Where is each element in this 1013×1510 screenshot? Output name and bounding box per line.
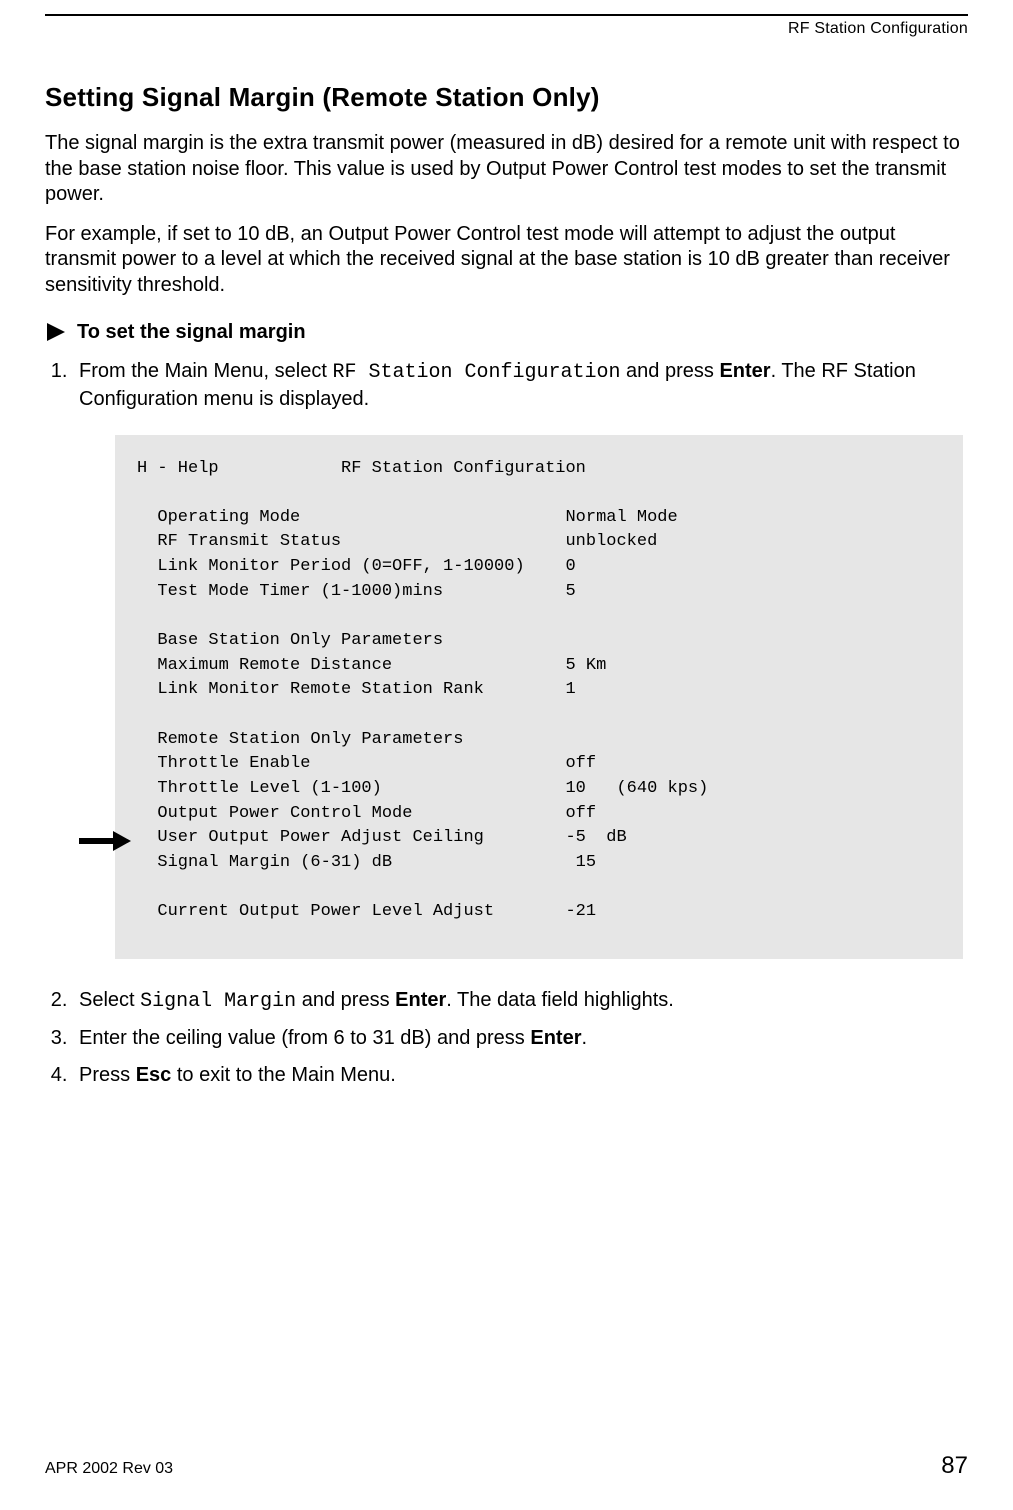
page-footer: APR 2002 Rev 03 87 (45, 1452, 968, 1480)
terminal-wrap: H - Help RF Station Configuration Operat… (115, 435, 968, 959)
footer-revision: APR 2002 Rev 03 (45, 1460, 173, 1478)
step-list: From the Main Menu, select RF Station Co… (45, 358, 968, 1089)
step-4-suffix: to exit to the Main Menu. (171, 1064, 396, 1086)
pointer-arrow-icon (79, 831, 131, 859)
step-3-prefix: Enter the ceiling value (from 6 to 31 dB… (79, 1027, 530, 1049)
section-title: Setting Signal Margin (Remote Station On… (45, 82, 968, 113)
step-1-prefix: From the Main Menu, select (79, 360, 332, 382)
step-1-mid: and press (620, 360, 719, 382)
step-4-key: Esc (136, 1064, 172, 1086)
terminal-screen: H - Help RF Station Configuration Operat… (115, 435, 963, 959)
paragraph-2: For example, if set to 10 dB, an Output … (45, 222, 968, 299)
step-4-prefix: Press (79, 1064, 136, 1086)
step-2-suffix: . The data field highlights. (446, 989, 674, 1011)
step-1-key: Enter (719, 360, 770, 382)
running-head: RF Station Configuration (45, 16, 968, 38)
step-2-code: Signal Margin (140, 990, 296, 1013)
step-2-mid: and press (296, 989, 395, 1011)
footer-page-number: 87 (941, 1452, 968, 1480)
step-2: Select Signal Margin and press Enter. Th… (73, 987, 968, 1015)
step-1: From the Main Menu, select RF Station Co… (73, 358, 968, 959)
procedure-heading: To set the signal margin (45, 321, 968, 344)
step-2-key: Enter (395, 989, 446, 1011)
page: RF Station Configuration Setting Signal … (0, 14, 1013, 1510)
step-3-suffix: . (581, 1027, 587, 1049)
step-3-key: Enter (530, 1027, 581, 1049)
procedure-label: To set the signal margin (77, 321, 306, 344)
step-4: Press Esc to exit to the Main Menu. (73, 1062, 968, 1089)
step-3: Enter the ceiling value (from 6 to 31 dB… (73, 1025, 968, 1052)
paragraph-1: The signal margin is the extra transmit … (45, 131, 968, 208)
step-2-prefix: Select (79, 989, 140, 1011)
arrow-right-icon (45, 321, 67, 343)
step-1-code: RF Station Configuration (332, 361, 620, 384)
